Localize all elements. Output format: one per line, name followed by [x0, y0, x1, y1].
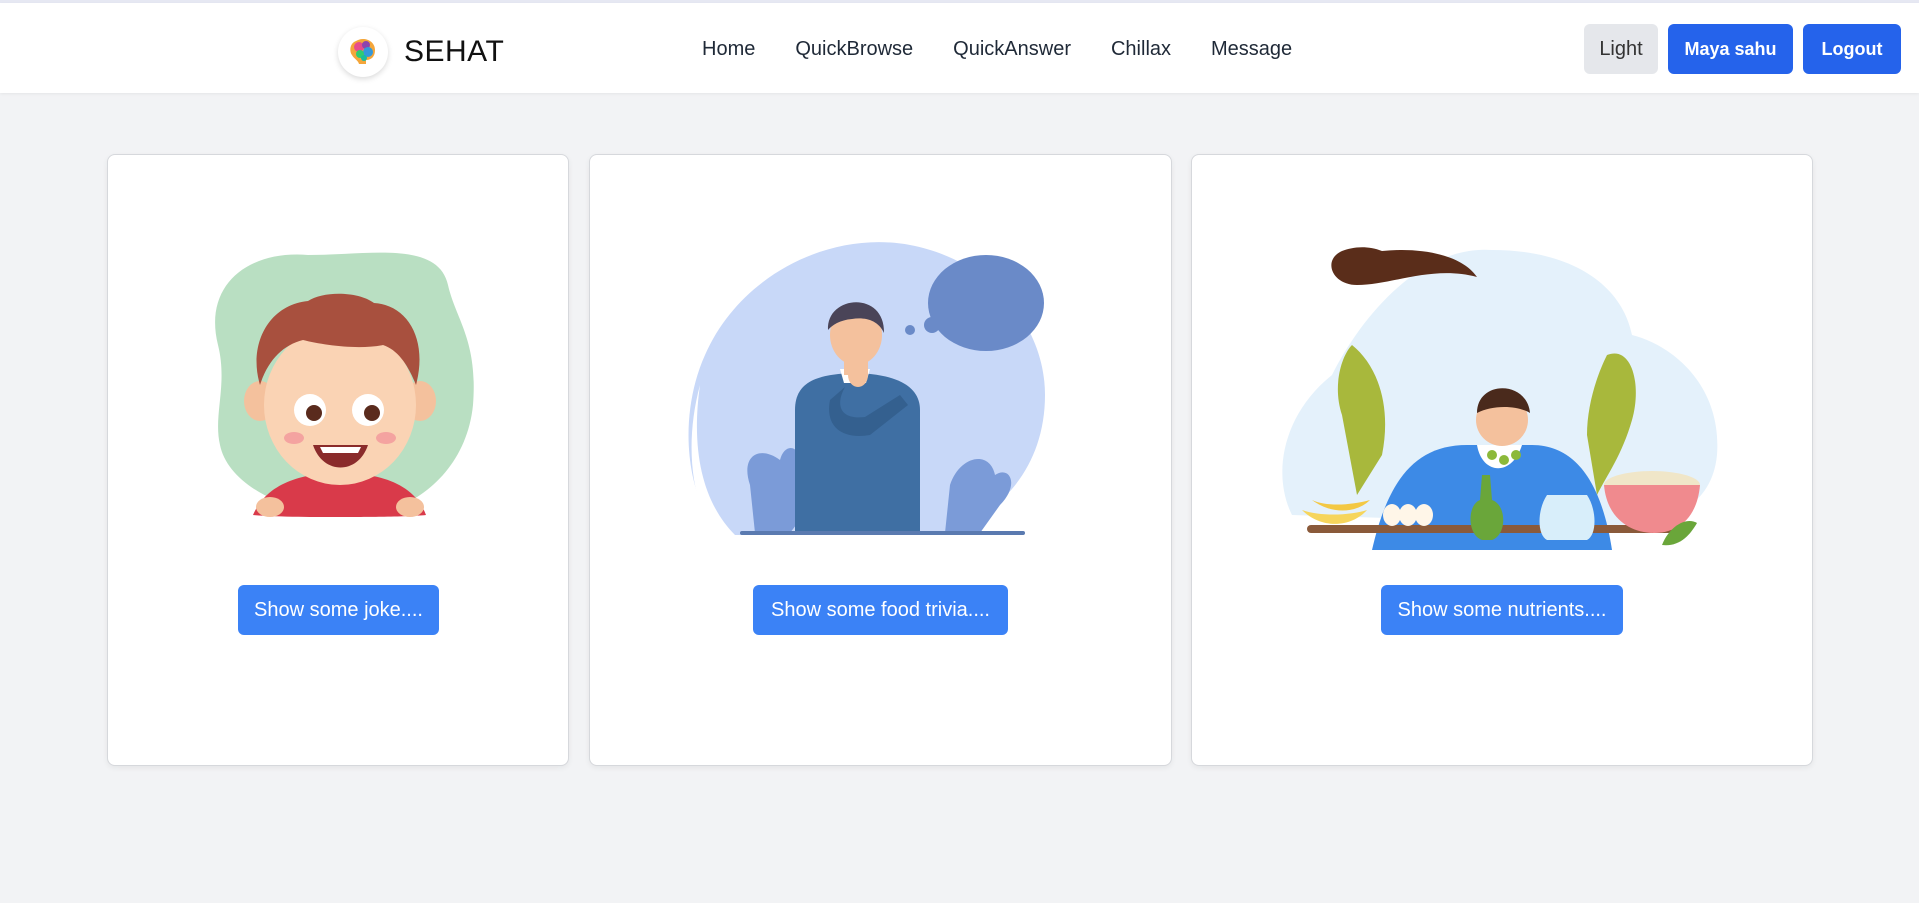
thinking-man-illustration — [688, 242, 1045, 535]
joke-card: Show some joke.... — [107, 154, 569, 766]
show-nutrients-button[interactable]: Show some nutrients.... — [1381, 585, 1623, 635]
nutrients-card: Show some nutrients.... — [1191, 154, 1813, 766]
nav-quickbrowse[interactable]: QuickBrowse — [795, 38, 913, 61]
nav-home[interactable]: Home — [702, 38, 755, 61]
woman-with-healthy-food-illustration — [1282, 247, 1718, 550]
logo-icon — [338, 27, 388, 77]
navbar: SEHAT Home QuickBrowse QuickAnswer Chill… — [0, 3, 1919, 93]
food-trivia-card: Show some food trivia.... — [589, 154, 1172, 766]
user-profile-button[interactable]: Maya sahu — [1668, 24, 1793, 74]
show-joke-button[interactable]: Show some joke.... — [238, 585, 439, 635]
theme-toggle-button[interactable]: Light — [1584, 24, 1658, 74]
nav-chillax[interactable]: Chillax — [1111, 38, 1171, 61]
brand[interactable]: SEHAT — [338, 27, 504, 77]
show-food-trivia-button[interactable]: Show some food trivia.... — [753, 585, 1008, 635]
nav-quickanswer[interactable]: QuickAnswer — [953, 38, 1071, 61]
brand-name: SEHAT — [404, 35, 505, 68]
smiling-boy-illustration — [215, 252, 474, 517]
main-nav: Home QuickBrowse QuickAnswer Chillax Mes… — [702, 38, 1332, 61]
nav-message[interactable]: Message — [1211, 38, 1292, 61]
logout-button[interactable]: Logout — [1803, 24, 1901, 74]
